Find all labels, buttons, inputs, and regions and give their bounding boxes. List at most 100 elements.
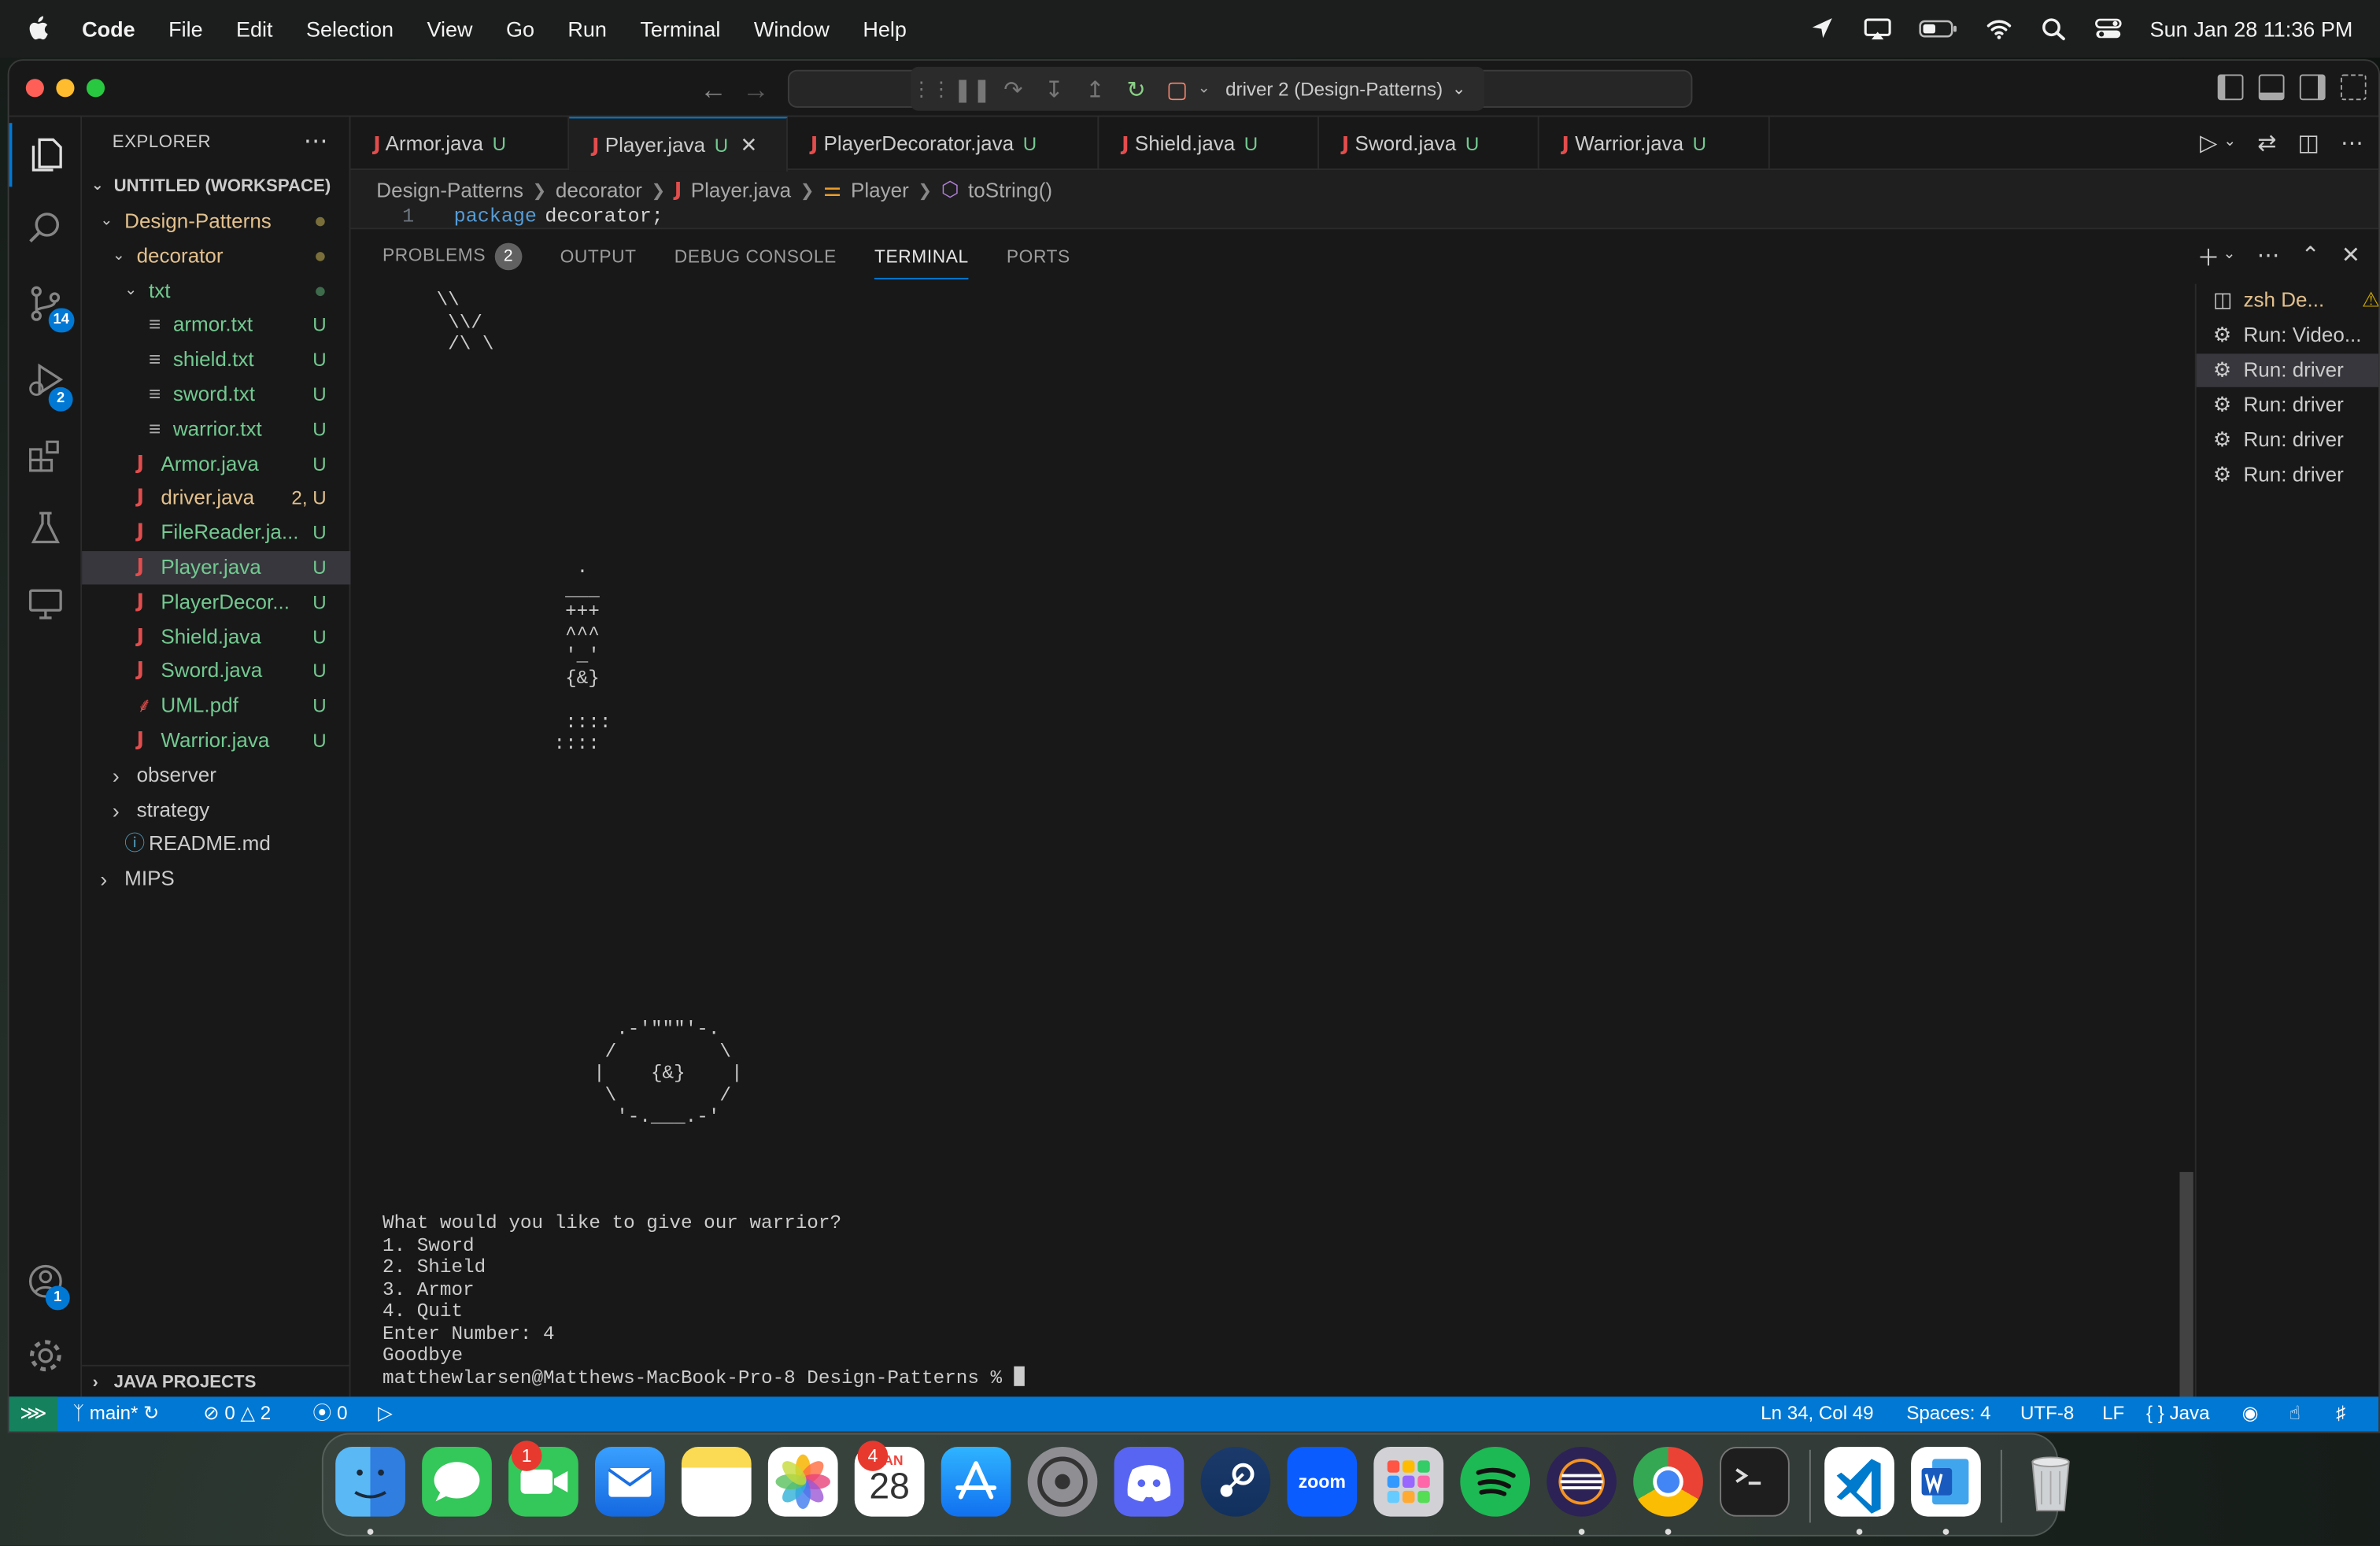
tree-item[interactable]: ≡ armor.txt U — [82, 309, 350, 342]
chevron-down-icon[interactable]: ⌄ — [2223, 134, 2236, 157]
step-into-icon[interactable]: ↧ — [1033, 75, 1074, 102]
menu-view[interactable]: View — [427, 17, 472, 41]
terminal-instance-run[interactable]: ⚙ Run: driver — [2197, 423, 2378, 457]
steam-icon[interactable] — [1200, 1446, 1271, 1517]
tree-item[interactable]: J Armor.java U — [82, 447, 350, 480]
tab-output[interactable]: OUTPUT — [560, 246, 637, 267]
menu-window[interactable]: Window — [754, 17, 830, 41]
apple-icon[interactable] — [28, 15, 52, 43]
terminal-instance-run[interactable]: ⚙ Run: Video... — [2197, 319, 2378, 352]
vscode-icon[interactable] — [1824, 1446, 1894, 1517]
close-panel-icon[interactable]: ✕ — [2341, 242, 2360, 274]
tree-item[interactable]: J Player.java U — [82, 551, 351, 585]
zoom-window-button[interactable] — [86, 79, 105, 98]
tree-item[interactable]: ≡ warrior.txt U — [82, 412, 350, 446]
notifications-bell-icon[interactable]: ♯ — [2336, 1396, 2345, 1431]
run-debug-icon[interactable]: 2 — [9, 348, 83, 412]
finder-icon[interactable] — [335, 1446, 405, 1517]
terminal-instance-run[interactable]: ⚙ Run: driver — [2197, 458, 2378, 491]
menu-edit[interactable]: Edit — [236, 17, 273, 41]
tree-item[interactable]: Jdriver.java 2, U — [82, 482, 350, 515]
tab-sword-java[interactable]: J Sword.java U — [1319, 117, 1539, 171]
toggle-secondary-sidebar-icon[interactable] — [2299, 74, 2326, 101]
photos-icon[interactable] — [767, 1446, 838, 1517]
terminal-instance-run[interactable]: ⚙ Run: driver — [2196, 353, 2379, 387]
remote-explorer-icon[interactable] — [9, 572, 83, 636]
problems-indicator[interactable]: ⊘ 0 △ 2 — [203, 1396, 271, 1431]
debug-config-select[interactable]: driver 2 (Design-Patterns) — [1225, 78, 1443, 99]
end-of-line[interactable]: LF — [2102, 1396, 2124, 1431]
tab-terminal[interactable]: TERMINAL — [874, 246, 969, 279]
tree-item[interactable]: J FileReader.ja... U — [82, 516, 350, 549]
wifi-icon[interactable] — [1986, 17, 2013, 41]
zoom-icon[interactable]: zoom — [1287, 1446, 1358, 1517]
stop-icon[interactable]: ▢ — [1157, 75, 1198, 102]
breadcrumb-file[interactable]: Player.java — [691, 179, 791, 202]
terminal-instance-zsh[interactable]: ◫ zsh De... ⚠ — [2197, 284, 2378, 317]
extensions-icon[interactable] — [9, 423, 83, 487]
open-changes-icon[interactable]: ⇄ — [2257, 129, 2276, 157]
tree-item[interactable]: ≡ sword.txt U — [82, 378, 350, 411]
cursor-position[interactable]: Ln 34, Col 49 — [1761, 1396, 1873, 1431]
drag-handle-icon[interactable]: ⋮⋮ — [911, 76, 952, 101]
manage-gear-icon[interactable] — [9, 1324, 83, 1388]
step-over-icon[interactable]: ↷ — [992, 75, 1033, 102]
tab-warrior-java[interactable]: J Warrior.java U — [1539, 117, 1770, 171]
tree-item[interactable]: › MIPS — [82, 863, 350, 896]
customize-layout-icon[interactable] — [2340, 74, 2367, 101]
split-editor-icon[interactable]: ◫ — [2298, 129, 2319, 157]
tree-item[interactable]: ⓘ README.md — [82, 828, 350, 861]
step-out-icon[interactable]: ↥ — [1074, 75, 1115, 102]
tree-item[interactable]: ⌄ Design-Patterns — [82, 205, 350, 238]
tab-shield-java[interactable]: J Shield.java U — [1099, 117, 1319, 171]
screen-mirroring-icon[interactable] — [1864, 17, 1892, 41]
breadcrumb-class[interactable]: Player — [851, 179, 909, 202]
accounts-icon[interactable]: 1 — [9, 1249, 83, 1313]
tree-item[interactable]: J Sword.java U — [82, 655, 350, 688]
menu-selection[interactable]: Selection — [306, 17, 394, 41]
indentation[interactable]: Spaces: 4 — [1906, 1396, 1990, 1431]
eclipse-icon[interactable] — [1547, 1446, 1617, 1517]
chevron-down-icon[interactable]: ⌄ — [1452, 79, 1466, 98]
run-java-icon[interactable]: ▷ — [2200, 129, 2217, 157]
ports-indicator[interactable]: ⦿ 0 — [312, 1396, 347, 1431]
tab-debug-console[interactable]: DEBUG CONSOLE — [674, 246, 837, 267]
workspace-header[interactable]: ⌄ UNTITLED (WORKSPACE) — [82, 170, 350, 203]
tree-item[interactable]: ⌄ decorator — [82, 239, 350, 272]
tree-item[interactable]: J Warrior.java U — [82, 724, 350, 757]
menubar-clock[interactable]: Sun Jan 28 11:36 PM — [2150, 17, 2353, 41]
tab-player-java[interactable]: J Player.java U ✕ — [569, 117, 788, 172]
tree-item[interactable]: J Shield.java U — [82, 620, 350, 653]
word-icon[interactable] — [1911, 1446, 1981, 1517]
feedback-icon[interactable]: ☝ — [2289, 1396, 2301, 1431]
trash-icon[interactable] — [2016, 1447, 2086, 1517]
copilot-icon[interactable]: ◉ — [2242, 1396, 2259, 1431]
spotify-icon[interactable] — [1460, 1446, 1531, 1517]
spotlight-search-icon[interactable] — [2041, 17, 2068, 41]
menu-file[interactable]: File — [168, 17, 203, 41]
code-line[interactable]: 1 package decorator; — [351, 206, 2379, 227]
terminal-scrollbar[interactable] — [2179, 284, 2193, 1399]
more-actions-icon[interactable]: ⋯ — [2341, 129, 2363, 157]
breadcrumb-folder[interactable]: Design-Patterns — [376, 179, 523, 202]
forward-arrow-icon[interactable]: → — [742, 75, 770, 107]
menu-help[interactable]: Help — [863, 17, 907, 41]
control-center-icon[interactable] — [2095, 17, 2123, 41]
location-icon[interactable] — [1810, 17, 1838, 41]
messages-icon[interactable] — [422, 1446, 492, 1517]
pause-icon[interactable]: ❚❚ — [952, 75, 992, 102]
tree-item[interactable]: ⸙ UML.pdf U — [82, 690, 350, 723]
system-settings-icon[interactable] — [1027, 1446, 1098, 1517]
tab-ports[interactable]: PORTS — [1007, 246, 1070, 267]
terminal-app-icon[interactable] — [1720, 1446, 1790, 1517]
language-mode[interactable]: { } Java — [2146, 1396, 2209, 1431]
terminal-output[interactable]: \\ \\/ /\ \ . ___ +++ ^^^ '_' {&} :::: :… — [382, 284, 2179, 1399]
discord-icon[interactable] — [1114, 1446, 1184, 1517]
breadcrumb-method[interactable]: toString() — [968, 179, 1052, 202]
toggle-primary-sidebar-icon[interactable] — [2217, 74, 2244, 101]
tree-item[interactable]: ≡ shield.txt U — [82, 343, 350, 376]
menu-app-name[interactable]: Code — [82, 17, 135, 41]
maximize-panel-icon[interactable]: ⌃ — [2301, 242, 2319, 274]
search-icon[interactable] — [9, 196, 83, 260]
tree-item[interactable]: › observer — [82, 759, 350, 792]
